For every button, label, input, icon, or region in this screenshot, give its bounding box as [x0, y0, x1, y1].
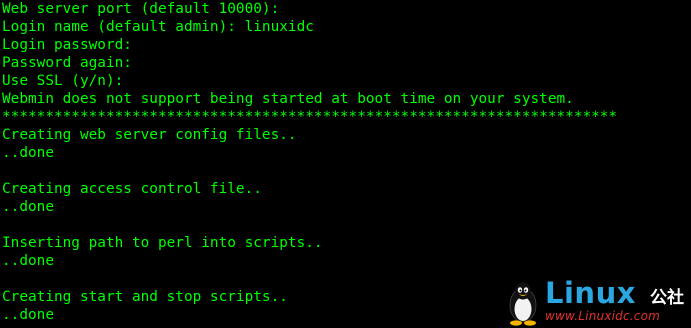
terminal-line: Password again:	[2, 55, 132, 71]
terminal-line: Login password:	[2, 37, 132, 53]
terminal-line: Creating web server config files..	[2, 127, 297, 143]
terminal-line: ..done	[2, 253, 54, 269]
terminal-line: ..done	[2, 145, 54, 161]
terminal-line: Web server port (default 10000):	[2, 1, 280, 17]
terminal-line: Webmin does not support being started at…	[2, 91, 574, 107]
watermark-brand-cjk: 公社	[650, 288, 684, 308]
watermark-url: www.Linuxidc.com	[545, 309, 661, 323]
terminal-line: Login name (default admin): linuxidc	[2, 19, 314, 35]
terminal-blank-line	[2, 216, 617, 234]
site-watermark: Linux 公社 www.Linuxidc.com	[505, 276, 687, 326]
terminal-line: Use SSL (y/n):	[2, 73, 124, 89]
watermark-brand: Linux	[545, 276, 636, 310]
tux-penguin-icon	[509, 282, 537, 326]
terminal-line: Creating access control file..	[2, 181, 262, 197]
terminal-window[interactable]: Web server port (default 10000): Login n…	[0, 0, 691, 328]
terminal-blank-line	[2, 162, 617, 180]
terminal-line: ..done	[2, 199, 54, 215]
terminal-line: Inserting path to perl into scripts..	[2, 235, 323, 251]
terminal-separator-line: ****************************************…	[2, 109, 618, 125]
terminal-output: Web server port (default 10000): Login n…	[2, 0, 617, 324]
